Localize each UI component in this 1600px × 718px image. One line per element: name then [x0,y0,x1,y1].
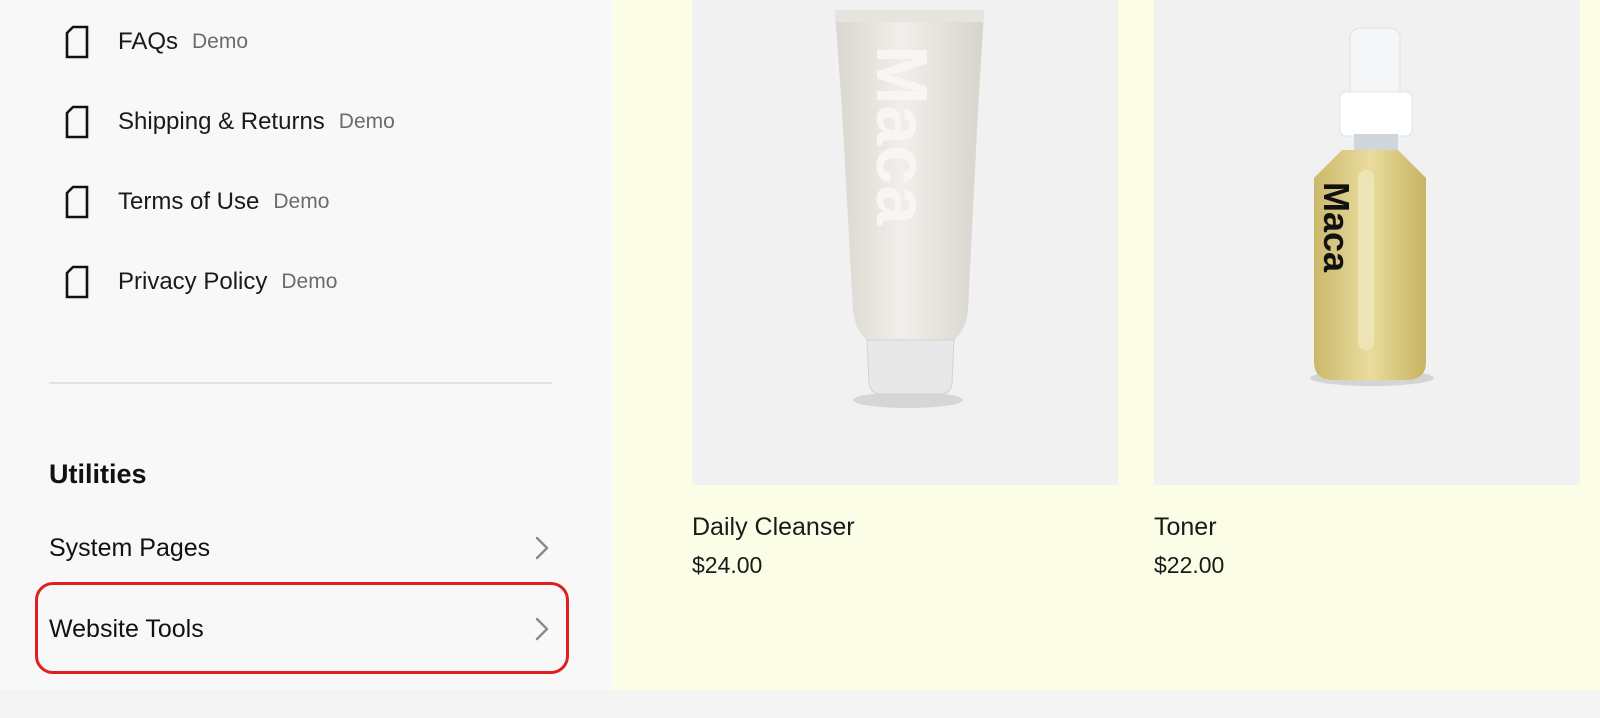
page-item-shipping-returns[interactable]: Shipping & Returns Demo [64,102,395,142]
website-tools-label: Website Tools [49,614,204,643]
bottom-bar [0,690,1600,718]
page-item-label: Privacy Policy [118,268,268,295]
page-icon [64,105,90,139]
demo-badge: Demo [273,190,330,213]
page-icon [64,265,90,299]
product-image: Maca [692,0,1118,485]
product-image: Maca [1154,0,1580,485]
section-divider [49,382,552,384]
product-card-toner[interactable]: Maca Toner $22.00 [1154,0,1580,579]
product-brand-text: Maca [1316,182,1357,273]
product-name: Daily Cleanser [692,513,855,541]
page-item-label: Terms of Use [118,188,260,215]
website-tools-item[interactable]: Website Tools [49,606,552,652]
page-item-terms-of-use[interactable]: Terms of Use Demo [64,182,329,222]
page-icon [64,185,90,219]
page-item-label: FAQs [118,28,179,55]
page-item-faqs[interactable]: FAQs Demo [64,22,248,62]
demo-badge: Demo [338,110,395,133]
site-preview: Maca Daily Cleanser $24.00 Maca Toner $2… [612,0,1600,690]
page-icon [64,25,90,59]
chevron-right-icon [532,536,552,560]
product-price: $22.00 [1154,552,1225,578]
demo-badge: Demo [281,270,338,293]
product-price: $24.00 [692,552,763,578]
demo-badge: Demo [192,30,249,53]
product-brand-text: Maca [861,45,941,226]
product-card-daily-cleanser[interactable]: Maca Daily Cleanser $24.00 [692,0,1118,579]
product-name: Toner [1154,513,1217,541]
sidebar: FAQs Demo Shipping & Returns Demo Terms … [0,0,612,690]
system-pages-label: System Pages [49,533,211,562]
page-item-label: Shipping & Returns [118,108,325,135]
utilities-heading: Utilities [49,459,147,489]
chevron-right-icon [532,617,552,641]
system-pages-item[interactable]: System Pages [49,525,552,571]
page-item-privacy-policy[interactable]: Privacy Policy Demo [64,262,337,302]
